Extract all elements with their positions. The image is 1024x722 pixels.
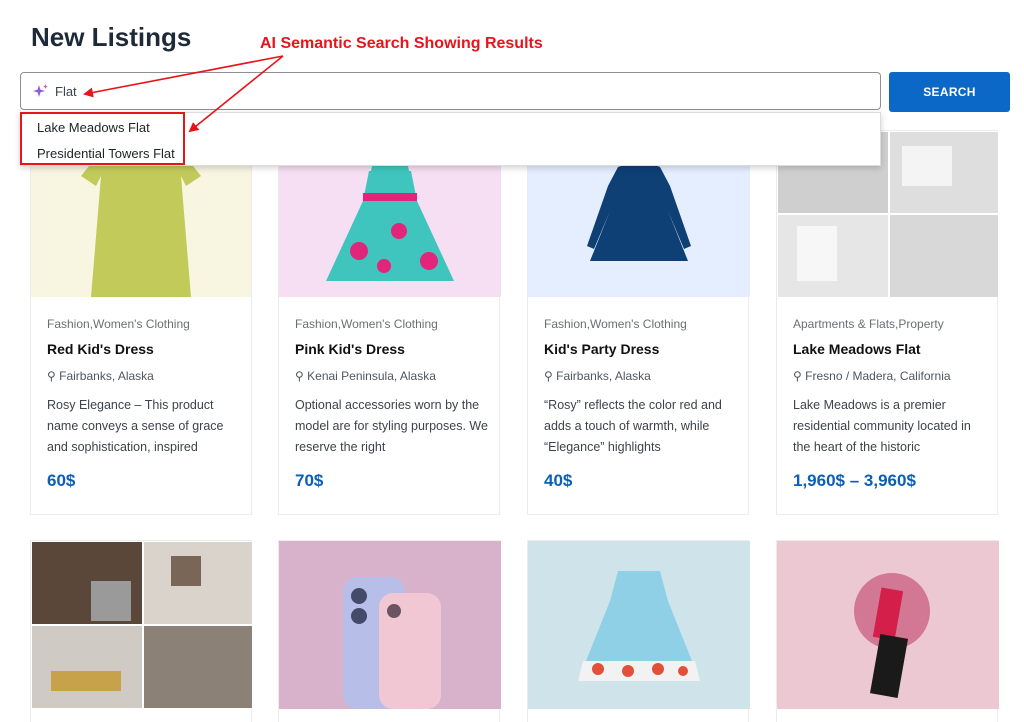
location-pin-icon: ⚲	[544, 369, 553, 383]
listing-description: “Rosy” reflects the color red and adds a…	[544, 398, 722, 454]
listing-card[interactable]	[30, 540, 253, 722]
listing-location: ⚲ Fresno / Madera, California	[793, 369, 951, 383]
listing-card[interactable]	[278, 540, 501, 722]
listing-title[interactable]: Kid's Party Dress	[544, 341, 659, 357]
listing-title[interactable]: Lake Meadows Flat	[793, 341, 921, 357]
listing-category: Fashion,Women's Clothing	[544, 317, 687, 331]
listing-card[interactable]	[527, 540, 750, 722]
listing-card[interactable]: Fashion,Women's Clothing Kid's Party Dre…	[527, 130, 750, 515]
listing-description: Optional accessories worn by the model a…	[295, 398, 488, 454]
listing-price: 40$	[544, 471, 573, 490]
listing-title[interactable]: Pink Kid's Dress	[295, 341, 405, 357]
listing-image	[31, 541, 253, 709]
location-pin-icon: ⚲	[47, 369, 56, 383]
listing-location: ⚲ Fairbanks, Alaska	[544, 369, 651, 383]
listing-location: ⚲ Kenai Peninsula, Alaska	[295, 369, 436, 383]
listing-description: Lake Meadows is a premier residential co…	[793, 398, 971, 454]
listing-card[interactable]	[776, 540, 999, 722]
listing-image	[777, 541, 999, 709]
listing-image	[528, 541, 750, 709]
listing-category: Apartments & Flats,Property	[793, 317, 944, 331]
listing-price: 70$	[295, 471, 324, 490]
search-button[interactable]: SEARCH	[889, 72, 1010, 112]
annotation-highlight-box	[20, 112, 185, 165]
listing-category: Fashion,Women's Clothing	[47, 317, 190, 331]
location-pin-icon: ⚲	[295, 369, 304, 383]
listing-price: 60$	[47, 471, 76, 490]
listing-card[interactable]: Fashion,Women's Clothing Pink Kid's Dres…	[278, 130, 501, 515]
listing-description: Rosy Elegance – This product name convey…	[47, 398, 224, 454]
listing-card[interactable]: Apartments & Flats,Property Lake Meadows…	[776, 130, 999, 515]
page-title: New Listings	[31, 22, 192, 52]
search-value: Flat	[55, 83, 77, 99]
listing-card[interactable]: Fashion,Women's Clothing Red Kid's Dress…	[30, 130, 252, 515]
listing-location: ⚲ Fairbanks, Alaska	[47, 369, 154, 383]
sparkle-icon	[33, 84, 48, 97]
listing-price: 1,960$ – 3,960$	[793, 471, 916, 490]
search-input[interactable]: Flat	[20, 72, 881, 110]
listing-title[interactable]: Red Kid's Dress	[47, 341, 154, 357]
listing-image	[279, 541, 501, 709]
listing-category: Fashion,Women's Clothing	[295, 317, 438, 331]
location-pin-icon: ⚲	[793, 369, 802, 383]
annotation-label: AI Semantic Search Showing Results	[260, 35, 543, 52]
